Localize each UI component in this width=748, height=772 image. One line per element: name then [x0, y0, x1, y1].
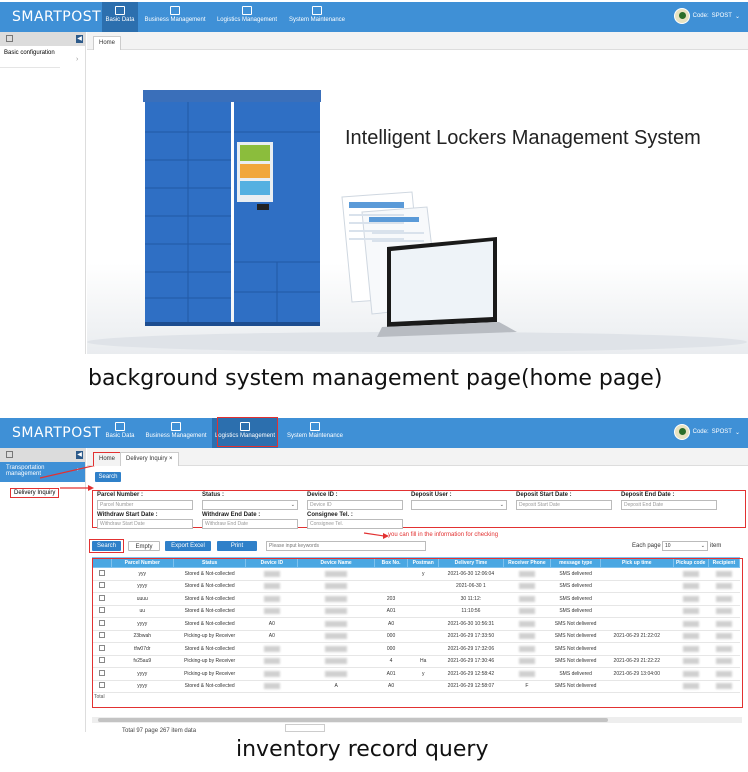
each-page-label: Each page	[632, 543, 661, 549]
page-size-select[interactable]: 10 ⌄	[662, 541, 708, 551]
locker-illustration: Intelligent Lockers Management System	[87, 90, 747, 352]
people-icon	[170, 6, 180, 15]
chart-icon	[242, 6, 252, 15]
label-withdraw-start: Withdraw Start Date :	[97, 512, 158, 518]
keywords-input[interactable]: Please input keywords	[266, 541, 426, 551]
hero-title: Intelligent Lockers Management System	[345, 127, 701, 149]
nav-logistics-management[interactable]: Logistics Management	[212, 2, 282, 32]
chevron-right-icon: ›	[76, 56, 79, 63]
top-tab-strip: Home	[87, 32, 748, 50]
tab-home[interactable]: Home	[93, 36, 122, 50]
horizontal-scrollbar[interactable]	[92, 717, 742, 723]
bottom-caption: inventory record query	[236, 737, 489, 762]
tab-home[interactable]: Home	[93, 452, 122, 466]
user-menu[interactable]: Code: SPOST ⌄	[673, 8, 740, 24]
top-caption: background system management page(home p…	[88, 366, 663, 391]
search-top-button[interactable]: Search	[95, 472, 121, 482]
nav-system-maintenance[interactable]: System Maintenance	[284, 2, 350, 32]
hero-banner: Intelligent Lockers Management System	[87, 52, 748, 354]
device-id-input[interactable]: Device ID	[307, 500, 403, 510]
scrollbar-thumb[interactable]	[98, 718, 608, 722]
label-device-id: Device ID :	[307, 492, 338, 498]
brand-logo: SMARTPOST	[12, 425, 102, 441]
label-deposit-end: Deposit End Date :	[621, 492, 675, 498]
top-sidebar: ◀ Basic configuration ›	[0, 32, 86, 354]
nav-basic-data[interactable]: Basic Data	[102, 2, 138, 32]
highlight-table	[92, 558, 743, 708]
label-parcel-number: Parcel Number :	[97, 492, 144, 498]
bottom-header-bar: SMARTPOST Basic Data Business Management…	[0, 418, 748, 448]
top-header-bar: SMARTPOST Basic Data Business Management…	[0, 2, 748, 32]
item-label: item	[710, 543, 722, 549]
consignee-tel-input[interactable]: Consignee Tel.	[307, 519, 403, 529]
deposit-end-input[interactable]: Deposit End Date	[621, 500, 717, 510]
empty-button[interactable]: Empty	[128, 541, 160, 551]
search-button[interactable]: Search	[92, 541, 121, 551]
hint-arrow-icon	[363, 532, 389, 539]
parcel-number-input[interactable]: Parcel Number	[97, 500, 193, 510]
chevron-down-icon: ⌄	[499, 502, 504, 508]
collapse-icon[interactable]: ◀	[76, 35, 83, 43]
label-deposit-user: Deposit User :	[411, 492, 452, 498]
print-button[interactable]: Print	[217, 541, 257, 551]
sidebar-header: ◀	[0, 32, 85, 46]
tab-delivery-inquiry[interactable]: Delivery Inquiry ×	[120, 452, 179, 466]
user-menu[interactable]: Code: SPOST ⌄	[673, 424, 740, 440]
withdraw-end-input[interactable]: Withdraw End Date	[202, 519, 298, 529]
hint-text: you can fill in the information for chec…	[388, 532, 499, 538]
sidebar-item-basic-configuration[interactable]: Basic configuration	[0, 46, 60, 68]
chevron-down-icon: ⌄	[700, 543, 705, 549]
label-consignee-tel: Consignee Tel. :	[307, 512, 353, 518]
grid-icon	[115, 422, 125, 431]
bottom-tab-strip: Home Delivery Inquiry ×	[87, 448, 748, 466]
nav-basic-data[interactable]: Basic Data	[102, 418, 138, 448]
chevron-down-icon: ⌄	[734, 13, 740, 20]
chevron-down-icon: ⌄	[734, 429, 740, 436]
status-select[interactable]: ⌄	[202, 500, 298, 510]
deposit-start-input[interactable]: Deposit Start Date	[516, 500, 612, 510]
withdraw-start-input[interactable]: Withdraw Start Date	[97, 519, 193, 529]
pagination-footer: Total 97 page 267 item data	[122, 728, 197, 734]
pagination-control[interactable]	[285, 724, 325, 732]
highlight-logistics	[217, 417, 278, 447]
calendar-icon	[6, 35, 13, 42]
label-deposit-start: Deposit Start Date :	[516, 492, 572, 498]
avatar	[673, 424, 690, 440]
nav-system-maintenance[interactable]: System Maintenance	[282, 418, 348, 448]
annotation-arrows	[39, 463, 100, 491]
nav-business-management[interactable]: Business Management	[142, 418, 210, 448]
chevron-down-icon: ⌄	[290, 502, 295, 508]
label-status: Status :	[202, 492, 225, 498]
apps-icon	[312, 6, 322, 15]
nav-business-management[interactable]: Business Management	[140, 2, 210, 32]
export-excel-button[interactable]: Export Excel	[165, 541, 211, 551]
label-withdraw-end: Withdraw End Date :	[202, 512, 261, 518]
grid-icon	[115, 6, 125, 15]
apps-icon	[310, 422, 320, 431]
deposit-user-select[interactable]: ⌄	[411, 500, 507, 510]
brand-logo: SMARTPOST	[12, 9, 102, 25]
people-icon	[171, 422, 181, 431]
avatar	[673, 8, 690, 24]
